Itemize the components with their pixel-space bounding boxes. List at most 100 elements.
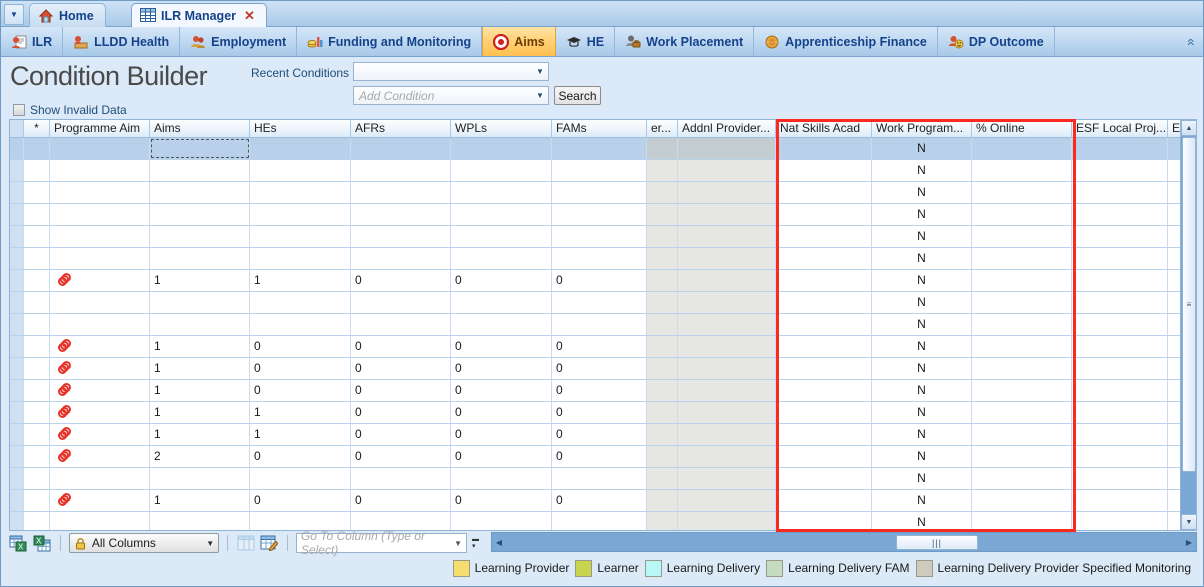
aims-cell[interactable]: 2	[150, 446, 250, 467]
recent-conditions-dropdown[interactable]: ▼	[353, 62, 549, 81]
row-state-cell[interactable]	[24, 468, 50, 489]
esf-local-proj-cell[interactable]	[1072, 292, 1168, 313]
nat-skills-acad-cell[interactable]	[776, 138, 872, 159]
work-programme-cell[interactable]: N	[872, 468, 972, 489]
programme-aim-cell[interactable]	[50, 248, 150, 269]
disabled-cell[interactable]	[678, 468, 776, 489]
pct-online-cell[interactable]	[972, 512, 1072, 530]
pct-online-cell[interactable]	[972, 336, 1072, 357]
work-programme-cell[interactable]: N	[872, 226, 972, 247]
disabled-cell[interactable]	[647, 314, 678, 335]
column-header-online[interactable]: % Online	[972, 120, 1072, 137]
hes-cell[interactable]: 0	[250, 380, 351, 401]
nat-skills-acad-cell[interactable]	[776, 424, 872, 445]
row-state-cell[interactable]	[24, 204, 50, 225]
wpls-cell[interactable]: 0	[451, 358, 552, 379]
search-button[interactable]: Search	[554, 86, 601, 105]
work-programme-cell[interactable]: N	[872, 358, 972, 379]
aims-cell[interactable]: 1	[150, 270, 250, 291]
table-row[interactable]: N	[10, 314, 1196, 336]
afrs-cell[interactable]	[351, 204, 451, 225]
wpls-cell[interactable]	[451, 248, 552, 269]
fams-cell[interactable]	[552, 292, 647, 313]
export-excel-icon[interactable]: X	[9, 534, 28, 553]
disabled-cell[interactable]	[647, 468, 678, 489]
toolbar-overflow-button[interactable]: ▬ ▾	[472, 536, 479, 550]
pct-online-cell[interactable]	[972, 270, 1072, 291]
column-header-indicator[interactable]	[10, 120, 24, 137]
nat-skills-acad-cell[interactable]	[776, 468, 872, 489]
afrs-cell[interactable]: 0	[351, 402, 451, 423]
fams-cell[interactable]: 0	[552, 358, 647, 379]
doc-tab-home[interactable]: Home	[29, 3, 106, 27]
disabled-cell[interactable]	[647, 270, 678, 291]
work-programme-cell[interactable]: N	[872, 380, 972, 401]
scroll-right-button[interactable]: ▶	[1182, 534, 1196, 550]
scroll-up-button[interactable]: ▲	[1181, 120, 1196, 136]
programme-aim-cell[interactable]	[50, 314, 150, 335]
aims-cell[interactable]	[150, 226, 250, 247]
afrs-cell[interactable]: 0	[351, 490, 451, 511]
wpls-cell[interactable]	[451, 138, 552, 159]
work-programme-cell[interactable]: N	[872, 182, 972, 203]
aims-cell[interactable]	[150, 204, 250, 225]
fams-cell[interactable]	[552, 204, 647, 225]
disabled-cell[interactable]	[678, 226, 776, 247]
aims-cell[interactable]	[150, 468, 250, 489]
hes-cell[interactable]	[250, 292, 351, 313]
afrs-cell[interactable]	[351, 138, 451, 159]
aims-cell[interactable]: 1	[150, 490, 250, 511]
fams-cell[interactable]	[552, 138, 647, 159]
wpls-cell[interactable]	[451, 226, 552, 247]
aims-cell[interactable]: 1	[150, 380, 250, 401]
row-state-cell[interactable]	[24, 490, 50, 511]
programme-aim-cell[interactable]	[50, 204, 150, 225]
row-indicator-cell[interactable]	[10, 182, 24, 203]
row-indicator-cell[interactable]	[10, 314, 24, 335]
fams-cell[interactable]: 0	[552, 336, 647, 357]
esf-local-proj-cell[interactable]	[1072, 402, 1168, 423]
aims-cell[interactable]	[150, 248, 250, 269]
pct-online-cell[interactable]	[972, 380, 1072, 401]
pct-online-cell[interactable]	[972, 446, 1072, 467]
esf-local-proj-cell[interactable]	[1072, 314, 1168, 335]
table-row[interactable]: N	[10, 512, 1196, 530]
row-state-cell[interactable]	[24, 358, 50, 379]
wpls-cell[interactable]	[451, 292, 552, 313]
column-header-addnl-provider[interactable]: Addnl Provider...	[678, 120, 776, 137]
disabled-cell[interactable]	[678, 402, 776, 423]
disabled-cell[interactable]	[647, 402, 678, 423]
pct-online-cell[interactable]	[972, 490, 1072, 511]
work-programme-cell[interactable]: N	[872, 204, 972, 225]
work-programme-cell[interactable]: N	[872, 314, 972, 335]
hes-cell[interactable]: 0	[250, 336, 351, 357]
disabled-cell[interactable]	[678, 270, 776, 291]
row-indicator-cell[interactable]	[10, 490, 24, 511]
disabled-cell[interactable]	[647, 138, 678, 159]
fams-cell[interactable]: 0	[552, 270, 647, 291]
hes-cell[interactable]: 0	[250, 358, 351, 379]
table-row[interactable]: 20000N	[10, 446, 1196, 468]
aims-cell[interactable]	[150, 182, 250, 203]
esf-local-proj-cell[interactable]	[1072, 468, 1168, 489]
row-state-cell[interactable]	[24, 248, 50, 269]
hes-cell[interactable]: 0	[250, 490, 351, 511]
afrs-cell[interactable]: 0	[351, 380, 451, 401]
programme-aim-cell[interactable]	[50, 226, 150, 247]
ribbon-tab-lldd-health[interactable]: LLDD Health	[63, 27, 181, 56]
table-row[interactable]: 10000N	[10, 380, 1196, 402]
goto-column-input[interactable]: Go To Column (Type or Select) ▼	[295, 529, 468, 557]
disabled-cell[interactable]	[678, 512, 776, 530]
work-programme-cell[interactable]: N	[872, 248, 972, 269]
nat-skills-acad-cell[interactable]	[776, 248, 872, 269]
esf-local-proj-cell[interactable]	[1072, 358, 1168, 379]
table-row[interactable]: 10000N	[10, 336, 1196, 358]
disabled-cell[interactable]	[647, 182, 678, 203]
row-indicator-cell[interactable]	[10, 270, 24, 291]
row-indicator-cell[interactable]	[10, 468, 24, 489]
work-programme-cell[interactable]: N	[872, 490, 972, 511]
disabled-cell[interactable]	[678, 490, 776, 511]
nat-skills-acad-cell[interactable]	[776, 402, 872, 423]
row-state-cell[interactable]	[24, 314, 50, 335]
afrs-cell[interactable]: 0	[351, 446, 451, 467]
